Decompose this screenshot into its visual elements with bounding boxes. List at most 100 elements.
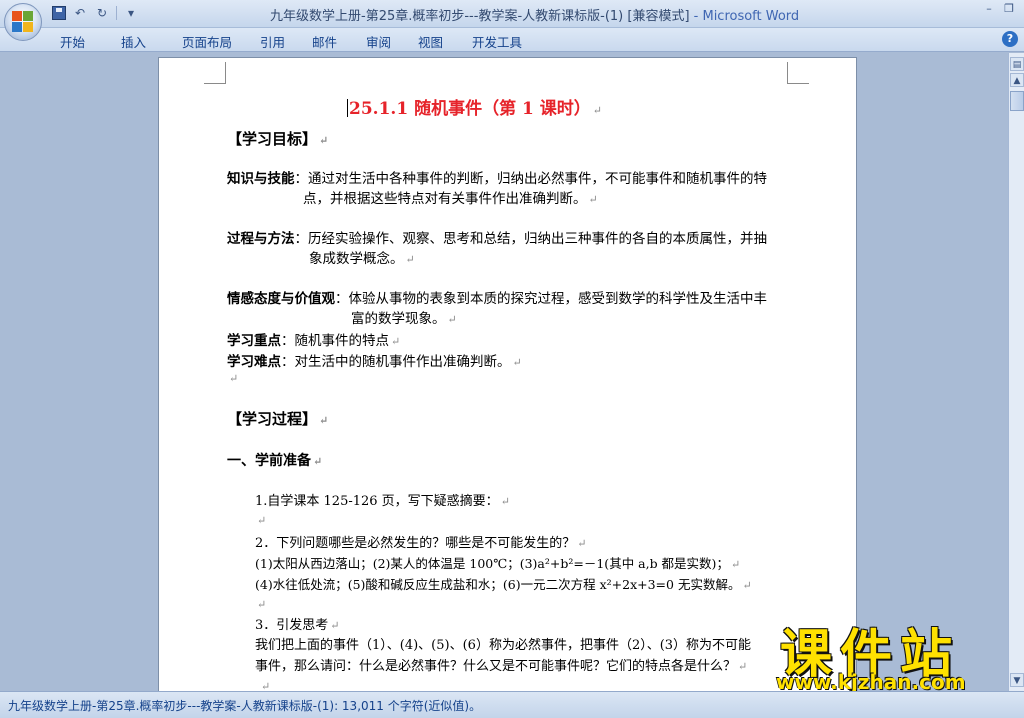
- key-point-line: 学习重点：随机事件的特点 ↵: [227, 329, 400, 349]
- empty-paragraph: ↵: [259, 678, 270, 691]
- tab-developer[interactable]: 开发工具: [472, 30, 533, 53]
- process-line-2: 象成数学概念。 ↵: [309, 247, 415, 267]
- ribbon-tabs: 开始 插入 页面布局 引用 邮件 审阅 视图 开发工具: [60, 30, 533, 53]
- paragraph-mark-icon: ↵: [319, 414, 329, 427]
- item3-text: 3．引发思考: [255, 618, 329, 633]
- process-label: 过程与方法: [227, 231, 295, 247]
- crop-mark-top-left: [204, 62, 226, 84]
- paragraph-mark-icon: ↵: [405, 253, 415, 266]
- knowledge-text-2: 点，并根据这些特点对有关事件作出准确判断。: [303, 191, 587, 207]
- tab-view[interactable]: 视图: [418, 30, 472, 53]
- scroll-up-icon[interactable]: ▲: [1010, 73, 1024, 87]
- paragraph-mark-icon: ↵: [588, 193, 598, 206]
- quick-access-toolbar: ↶ ↻ ▾: [52, 4, 139, 22]
- item2-b-line: (4)水往低处流；(5)酸和碱反应生成盐和水；(6)一元二次方程 x²+2x+3…: [255, 574, 752, 593]
- item3-line: 3．引发思考 ↵: [255, 614, 340, 633]
- redo-icon[interactable]: ↻: [94, 5, 110, 21]
- doc-title: 25.1.1 随机事件（第 1 课时）: [349, 99, 591, 119]
- watermark-url: www.kjzhan.com: [776, 670, 966, 691]
- paragraph-mark-icon: ↵: [261, 680, 271, 691]
- difficulty-line: 学习难点：对生活中的随机事件作出准确判断。 ↵: [227, 350, 522, 370]
- document-name: 九年级数学上册-第25章.概率初步---教学案-人教新课标版-(1) [兼容模式…: [270, 9, 690, 24]
- status-bar: 九年级数学上册-第25章.概率初步---教学案-人教新课标版-(1): 13,0…: [0, 691, 1024, 718]
- paragraph-mark-icon: ↵: [742, 579, 752, 592]
- text-cursor: [347, 99, 348, 117]
- restore-icon[interactable]: ❐: [1000, 2, 1018, 16]
- knowledge-line-1: 知识与技能：通过对生活中各种事件的判断，归纳出必然事件，不可能事件和随机事件的特: [227, 167, 767, 187]
- item2-b-text: (4)水往低处流；(5)酸和碱反应生成盐和水；(6)一元二次方程 x²+2x+3…: [255, 577, 741, 592]
- tab-references[interactable]: 引用: [260, 30, 312, 53]
- paragraph-mark-icon: ↵: [257, 598, 267, 611]
- paragraph-mark-icon: ↵: [319, 134, 329, 147]
- paragraph-mark-icon: ↵: [257, 514, 267, 527]
- item1-line: 1.自学课本 125-126 页，写下疑惑摘要： ↵: [255, 490, 510, 509]
- status-text: 九年级数学上册-第25章.概率初步---教学案-人教新课标版-(1): 13,0…: [8, 699, 482, 713]
- empty-paragraph: ↵: [255, 596, 266, 612]
- process-text-1: ：历经实验操作、观察、思考和总结，归纳出三种事件的各自的本质属性，并抽: [294, 231, 768, 247]
- title-bar: ↶ ↻ ▾ 九年级数学上册-第25章.概率初步---教学案-人教新课标版-(1)…: [0, 0, 1024, 28]
- paragraph-mark-icon: ↵: [592, 104, 602, 117]
- emotion-text-2: 富的数学现象。: [351, 311, 446, 327]
- tab-page-layout[interactable]: 页面布局: [182, 30, 260, 53]
- emotion-line-2: 富的数学现象。 ↵: [351, 307, 457, 327]
- paragraph-mark-icon: ↵: [738, 660, 748, 673]
- crop-mark-top-right: [787, 62, 809, 84]
- item2-a-text: (1)太阳从西边落山；(2)某人的体温是 100℃；(3)a²+b²=－1(其中…: [255, 556, 729, 571]
- tab-home[interactable]: 开始: [60, 30, 121, 53]
- ribbon: 开始 插入 页面布局 引用 邮件 审阅 视图 开发工具 ?: [0, 28, 1024, 52]
- difficulty-label: 学习难点: [227, 354, 281, 370]
- item3-b-text: 事件，那么请问：什么是必然事件？什么又是不可能事件呢？它们的特点各是什么？: [255, 659, 737, 674]
- watermark: 课件站 www.kjzhan.com: [770, 612, 1008, 691]
- difficulty-text: ：对生活中的随机事件作出准确判断。: [281, 354, 511, 370]
- paragraph-mark-icon: ↵: [500, 495, 510, 508]
- item3-a-line: 我们把上面的事件（1）、(4)、(5)、(6）称为必然事件，把事件（2）、(3）…: [255, 634, 751, 653]
- item2-text: 2．下列问题哪些是必然发生的？哪些是不可能发生的？: [255, 536, 576, 551]
- document-page[interactable]: 25.1.1 随机事件（第 1 课时） ↵ 【学习目标】 ↵ 知识与技能：通过对生活…: [158, 57, 857, 691]
- office-button[interactable]: [4, 3, 42, 41]
- process-heading: 【学习过程】: [227, 410, 318, 428]
- scroll-down-icon[interactable]: ▼: [1010, 673, 1024, 687]
- key-text: ：随机事件的特点: [281, 333, 389, 349]
- section1-heading: 一、学前准备: [227, 453, 311, 469]
- paragraph-mark-icon: ↵: [229, 372, 239, 385]
- scroll-thumb[interactable]: [1010, 91, 1024, 111]
- vertical-scrollbar[interactable]: ▤ ▲ ▼: [1008, 53, 1024, 691]
- office-logo-icon: [12, 11, 34, 33]
- tab-insert[interactable]: 插入: [121, 30, 182, 53]
- emotion-text-1: ：体验从事物的表象到本质的探究过程，感受到数学的科学性及生活中丰: [335, 291, 767, 307]
- ruler-toggle-icon[interactable]: ▤: [1010, 57, 1024, 71]
- key-label: 学习重点: [227, 333, 281, 349]
- process-line-1: 过程与方法：历经实验操作、观察、思考和总结，归纳出三种事件的各自的本质属性，并抽: [227, 227, 767, 247]
- window-controls: – ❐: [980, 2, 1018, 16]
- window-title: 九年级数学上册-第25章.概率初步---教学案-人教新课标版-(1) [兼容模式…: [270, 5, 799, 24]
- paragraph-mark-icon: ↵: [447, 313, 457, 326]
- qat-separator: [116, 6, 117, 20]
- help-icon[interactable]: ?: [1002, 31, 1018, 47]
- empty-paragraph: ↵: [255, 512, 266, 528]
- objectives-heading: 【学习目标】: [227, 130, 318, 148]
- knowledge-text-1: ：通过对生活中各种事件的判断，归纳出必然事件，不可能事件和随机事件的特: [294, 171, 768, 187]
- minimize-icon[interactable]: –: [980, 2, 998, 16]
- paragraph-mark-icon: ↵: [313, 455, 323, 468]
- tab-review[interactable]: 审阅: [366, 30, 418, 53]
- knowledge-label: 知识与技能: [227, 171, 295, 187]
- paragraph-mark-icon: ↵: [512, 356, 522, 369]
- document-workspace: 25.1.1 随机事件（第 1 课时） ↵ 【学习目标】 ↵ 知识与技能：通过对生活…: [0, 53, 1008, 691]
- process-heading-line: 【学习过程】 ↵: [227, 408, 328, 429]
- paragraph-mark-icon: ↵: [730, 558, 741, 571]
- item1-text: 1.自学课本 125-126 页，写下疑惑摘要：: [255, 494, 499, 509]
- paragraph-mark-icon: ↵: [330, 619, 340, 632]
- paragraph-mark-icon: ↵: [577, 537, 587, 550]
- emotion-label: 情感态度与价值观: [227, 291, 335, 307]
- tab-mailings[interactable]: 邮件: [312, 30, 366, 53]
- item2-a-line: (1)太阳从西边落山；(2)某人的体温是 100℃；(3)a²+b²=－1(其中…: [255, 553, 740, 572]
- process-text-2: 象成数学概念。: [309, 251, 404, 267]
- item3-b-line: 事件，那么请问：什么是必然事件？什么又是不可能事件呢？它们的特点各是什么？ ↵: [255, 655, 747, 674]
- qat-customize-icon[interactable]: ▾: [123, 5, 139, 21]
- save-icon[interactable]: [52, 6, 66, 20]
- knowledge-line-2: 点，并根据这些特点对有关事件作出准确判断。 ↵: [303, 187, 598, 207]
- undo-icon[interactable]: ↶: [72, 5, 88, 21]
- paragraph-mark-icon: ↵: [391, 335, 401, 348]
- empty-paragraph: ↵: [227, 370, 238, 386]
- doc-title-line: 25.1.1 随机事件（第 1 课时） ↵: [347, 94, 602, 119]
